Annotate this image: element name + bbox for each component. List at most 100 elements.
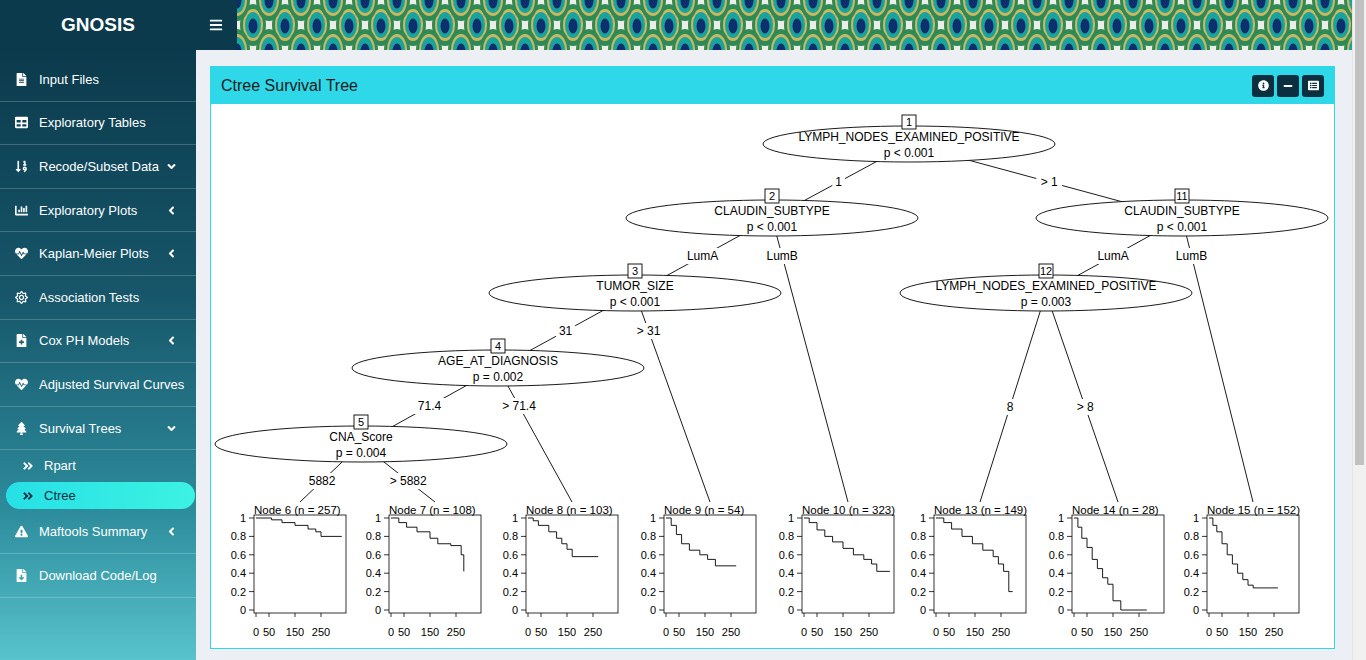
svg-text:150: 150 [1104, 626, 1122, 638]
logo-area: GNOSIS [0, 0, 237, 50]
y-tick: 0.8 [231, 530, 254, 542]
nav-icon [15, 247, 28, 260]
terminal-node: Node 8 (n = 103)10.80.60.40.20050150250 [503, 504, 618, 638]
svg-text:250: 250 [312, 626, 330, 638]
svg-text:0.8: 0.8 [366, 530, 381, 542]
nav-icon [15, 116, 28, 129]
sidebar-subitem[interactable]: Ctree [6, 482, 195, 509]
sidebar-item[interactable]: Input Files [0, 58, 196, 102]
y-tick: 0 [375, 604, 389, 616]
y-tick: 0.8 [1049, 530, 1072, 542]
svg-text:50: 50 [1081, 626, 1093, 638]
y-tick: 0.4 [911, 567, 934, 579]
scrollbar-thumb[interactable] [1355, 0, 1364, 465]
svg-text:0.6: 0.6 [641, 549, 656, 561]
svg-text:0.4: 0.4 [1184, 567, 1199, 579]
sidebar-item[interactable]: Exploratory Plots [0, 189, 196, 233]
x-tick: 150 [696, 613, 714, 638]
svg-text:50: 50 [943, 626, 955, 638]
sidebar-item[interactable]: Survival Trees [0, 407, 196, 451]
svg-text:0.2: 0.2 [779, 586, 794, 598]
y-tick: 0.4 [366, 567, 389, 579]
x-tick: 150 [421, 613, 439, 638]
svg-text:0.6: 0.6 [1184, 549, 1199, 561]
y-tick: 0.8 [503, 530, 526, 542]
y-tick: 0.2 [366, 586, 389, 598]
node-p-value: p < 0.001 [884, 146, 935, 160]
svg-text:0.8: 0.8 [1184, 530, 1199, 542]
svg-text:0.4: 0.4 [503, 567, 518, 579]
sidebar-item[interactable]: Recode/Subset Data [0, 145, 196, 189]
svg-text:1: 1 [512, 512, 518, 524]
svg-text:50: 50 [398, 626, 410, 638]
svg-text:> 5882: > 5882 [390, 474, 427, 488]
edge-label: > 5882 [385, 473, 431, 489]
scrollbar[interactable] [1352, 0, 1366, 660]
plot-box [802, 515, 894, 613]
svg-text:50: 50 [263, 626, 275, 638]
node-id-box [1039, 264, 1053, 278]
svg-text:0: 0 [801, 626, 807, 638]
collapse-button[interactable] [1277, 75, 1299, 97]
svg-text:250: 250 [584, 626, 602, 638]
sidebar-item[interactable]: Kaplan-Meier Plots [0, 232, 196, 276]
svg-text:0.4: 0.4 [911, 567, 926, 579]
x-tick: 50 [535, 613, 547, 638]
nav-icon [15, 569, 28, 582]
node-id-box [902, 115, 916, 129]
sidebar-item[interactable]: Exploratory Tables [0, 102, 196, 146]
svg-text:1: 1 [375, 512, 381, 524]
y-tick: 0.8 [779, 530, 802, 542]
svg-text:0.2: 0.2 [231, 586, 246, 598]
edge-label: > 71.4 [496, 398, 542, 414]
info-button[interactable] [1252, 75, 1274, 97]
svg-text:> 8: > 8 [1077, 400, 1094, 414]
svg-text:0.6: 0.6 [779, 549, 794, 561]
tree-edge [498, 368, 572, 502]
terminal-title: Node 7 (n = 108) [389, 504, 476, 516]
list-button[interactable] [1302, 75, 1324, 97]
y-tick: 0 [788, 604, 802, 616]
svg-text:LumA: LumA [1097, 249, 1128, 263]
edge-label: 31 [556, 323, 575, 339]
peacock-banner [237, 0, 1352, 50]
sidebar-item[interactable]: Maftools Summary [0, 510, 196, 554]
svg-text:50: 50 [673, 626, 685, 638]
main-content: Ctree Survival Tree1LYMPH_NODES_EXAMINED… [196, 50, 1352, 660]
sidebar-subitem[interactable]: Rpart [6, 452, 195, 479]
km-curve [256, 518, 342, 536]
x-tick: 250 [860, 613, 878, 638]
sidebar-item[interactable]: Download Code/Log [0, 554, 196, 598]
svg-text:0.8: 0.8 [1049, 530, 1064, 542]
svg-text:0.8: 0.8 [641, 530, 656, 542]
inner-node: 3TUMOR_SIZEp < 0.001 [489, 264, 781, 311]
x-tick: 0 [801, 613, 807, 638]
edge-label: LumA [1097, 248, 1129, 264]
svg-text:0.6: 0.6 [231, 549, 246, 561]
x-tick: 0 [253, 613, 259, 638]
km-curve [1209, 518, 1278, 588]
node-p-value: p = 0.004 [336, 446, 387, 460]
svg-text:250: 250 [1265, 626, 1283, 638]
svg-text:250: 250 [447, 626, 465, 638]
svg-text:5882: 5882 [309, 474, 336, 488]
sidebar-item[interactable]: Cox PH Models [0, 320, 196, 364]
terminal-node: Node 7 (n = 108)10.80.60.40.20050150250 [366, 504, 481, 638]
svg-text:1: 1 [906, 116, 912, 128]
sidebar-item[interactable]: Adjusted Survival Curves [0, 363, 196, 407]
x-tick: 250 [312, 613, 330, 638]
tree-edge [1046, 293, 1118, 502]
edge-label: > 8 [1072, 399, 1098, 415]
tree-edge [980, 293, 1046, 502]
hamburger-icon[interactable] [209, 18, 223, 32]
y-tick: 1 [240, 512, 254, 524]
nav-icon [15, 422, 28, 435]
edge-label: LumB [1175, 248, 1207, 264]
svg-text:> 31: > 31 [637, 324, 661, 338]
menu-toggle[interactable] [209, 18, 223, 32]
node-id-box [354, 415, 368, 429]
y-tick: 0.6 [231, 549, 254, 561]
node-variable: TUMOR_SIZE [596, 279, 673, 293]
sidebar-item[interactable]: Association Tests [0, 276, 196, 320]
svg-text:71.4: 71.4 [418, 399, 442, 413]
